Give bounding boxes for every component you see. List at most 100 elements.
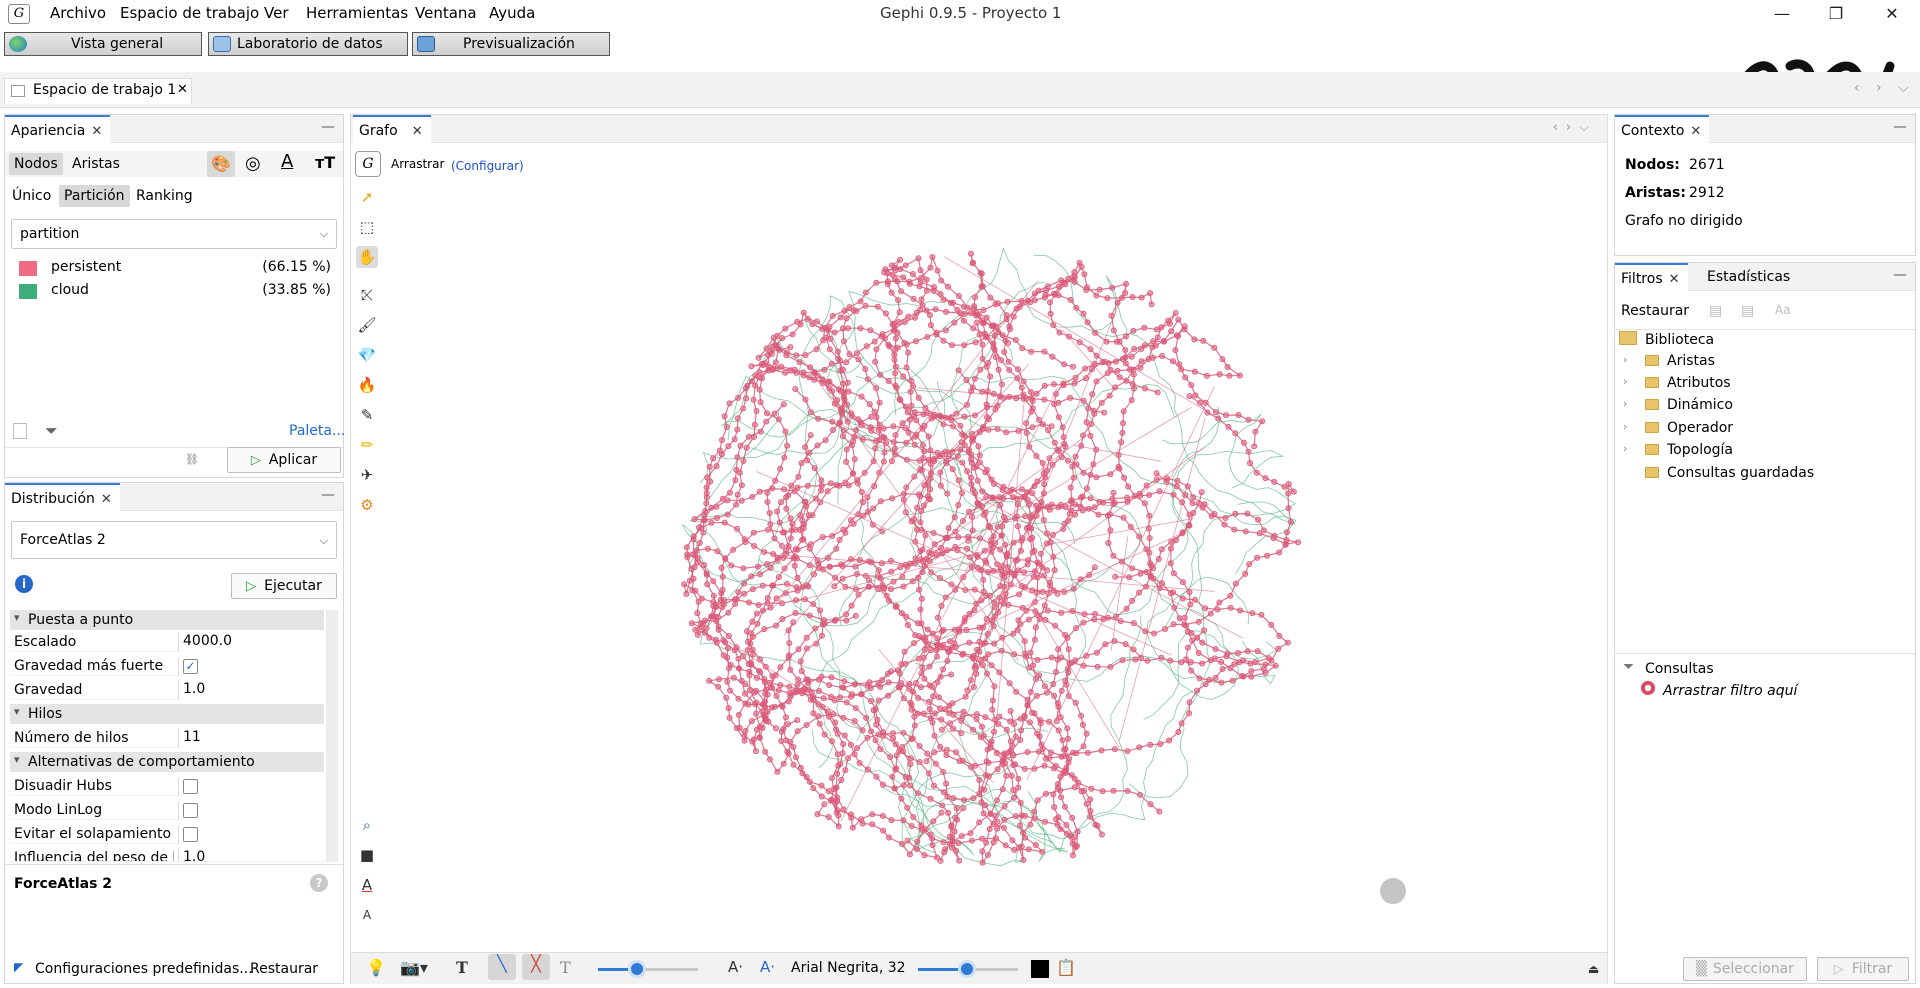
graph-node[interactable] [1129, 565, 1136, 572]
graph-node[interactable] [850, 470, 857, 477]
graph-node[interactable] [988, 662, 995, 669]
graph-node[interactable] [694, 631, 701, 638]
graph-node[interactable] [873, 385, 880, 392]
graph-node[interactable] [1096, 286, 1103, 293]
graph-node[interactable] [927, 795, 934, 802]
graph-node[interactable] [714, 548, 721, 555]
graph-node[interactable] [1112, 573, 1119, 580]
graph-node[interactable] [1029, 424, 1036, 431]
graph-node[interactable] [1027, 388, 1034, 395]
graph-node[interactable] [946, 833, 953, 840]
graph-node[interactable] [1110, 489, 1117, 496]
property-value[interactable]: 1.0 [178, 849, 324, 861]
graph-node[interactable] [1237, 607, 1244, 614]
layout-algorithm-select[interactable]: ForceAtlas 2 ⌵ [11, 521, 337, 559]
graph-node[interactable] [940, 337, 947, 344]
graph-node[interactable] [742, 538, 749, 545]
graph-node[interactable] [717, 596, 724, 603]
menu-ayuda[interactable]: Ayuda [489, 4, 535, 22]
graph-node[interactable] [887, 754, 894, 761]
graph-node[interactable] [857, 419, 864, 426]
tab-navigation-icon[interactable]: ‹ › ⌵ [1854, 80, 1915, 96]
graph-node[interactable] [766, 756, 773, 763]
graph-node[interactable] [1093, 378, 1100, 385]
graph-node[interactable] [1049, 353, 1056, 360]
graph-node[interactable] [968, 837, 975, 844]
graph-node[interactable] [873, 346, 880, 353]
graph-node[interactable] [839, 380, 846, 387]
graph-node[interactable] [1054, 700, 1061, 707]
graph-node[interactable] [1050, 321, 1057, 328]
graph-node[interactable] [745, 433, 752, 440]
graph-node[interactable] [999, 332, 1006, 339]
graph-node[interactable] [916, 283, 923, 290]
graph-node[interactable] [774, 557, 781, 564]
graph-node[interactable] [749, 738, 756, 745]
label-size-icon[interactable]: тT [315, 153, 335, 172]
graph-node[interactable] [1194, 687, 1201, 694]
graph-node[interactable] [726, 714, 733, 721]
graph-node[interactable] [783, 505, 790, 512]
graph-node[interactable] [995, 300, 1002, 307]
graph-node[interactable] [999, 562, 1006, 569]
graph-node[interactable] [721, 519, 728, 526]
graph-node[interactable] [725, 632, 732, 639]
graph-node[interactable] [1216, 599, 1223, 606]
graph-node[interactable] [853, 745, 860, 752]
graph-node[interactable] [881, 449, 888, 456]
graph-node[interactable] [921, 482, 928, 489]
context-tab[interactable]: Contexto ✕ [1615, 115, 1710, 143]
graph-node[interactable] [818, 477, 825, 484]
graph-node[interactable] [794, 728, 801, 735]
select-button[interactable]: ▒ Seleccionar [1683, 957, 1807, 981]
graph-node[interactable] [888, 557, 895, 564]
graph-node[interactable] [1287, 518, 1294, 525]
graph-node[interactable] [900, 729, 907, 736]
graph-node[interactable] [1070, 585, 1077, 592]
graph-node[interactable] [741, 733, 748, 740]
graph-node[interactable] [736, 469, 743, 476]
graph-node[interactable] [807, 432, 814, 439]
property-category[interactable]: Puesta a punto [10, 610, 324, 630]
graph-node[interactable] [1004, 550, 1011, 557]
graph-node[interactable] [907, 388, 914, 395]
graph-node[interactable] [838, 777, 845, 784]
graph-node[interactable] [1174, 477, 1181, 484]
partition-attribute-select[interactable]: partition ⌵ [11, 219, 337, 249]
overview-handle-icon[interactable] [1380, 878, 1406, 904]
graph-node[interactable] [781, 454, 788, 461]
graph-node[interactable] [1195, 618, 1202, 625]
graph-node[interactable] [1069, 463, 1076, 470]
graph-node[interactable] [1129, 294, 1136, 301]
graph-node[interactable] [919, 569, 926, 576]
graph-node[interactable] [1146, 491, 1153, 498]
graph-node[interactable] [863, 343, 870, 350]
graph-node[interactable] [846, 304, 853, 311]
graph-node[interactable] [936, 453, 943, 460]
graph-node[interactable] [793, 352, 800, 359]
graph-node[interactable] [821, 731, 828, 738]
graph-node[interactable] [1053, 668, 1060, 675]
minimize-icon[interactable]: — [321, 119, 335, 135]
graph-node[interactable] [1242, 528, 1249, 535]
graph-node[interactable] [1087, 796, 1094, 803]
graph-node[interactable] [1073, 625, 1080, 632]
graph-node[interactable] [1192, 392, 1199, 399]
graph-node[interactable] [910, 814, 917, 821]
graph-node[interactable] [1290, 488, 1297, 495]
graph-node[interactable] [1235, 649, 1242, 656]
graph-node[interactable] [961, 342, 968, 349]
graph-node[interactable] [1276, 549, 1283, 556]
graph-node[interactable] [726, 489, 733, 496]
graph-node[interactable] [778, 728, 785, 735]
graph-canvas[interactable] [390, 182, 1606, 952]
graph-node[interactable] [751, 689, 758, 696]
graph-node[interactable] [806, 374, 813, 381]
graph-node[interactable] [864, 682, 871, 689]
graph-node[interactable] [1172, 309, 1179, 316]
graph-node[interactable] [1085, 405, 1092, 412]
graph-node[interactable] [706, 463, 713, 470]
graph-node[interactable] [1222, 514, 1229, 521]
graph-node[interactable] [1260, 665, 1267, 672]
graph-node[interactable] [902, 262, 909, 269]
